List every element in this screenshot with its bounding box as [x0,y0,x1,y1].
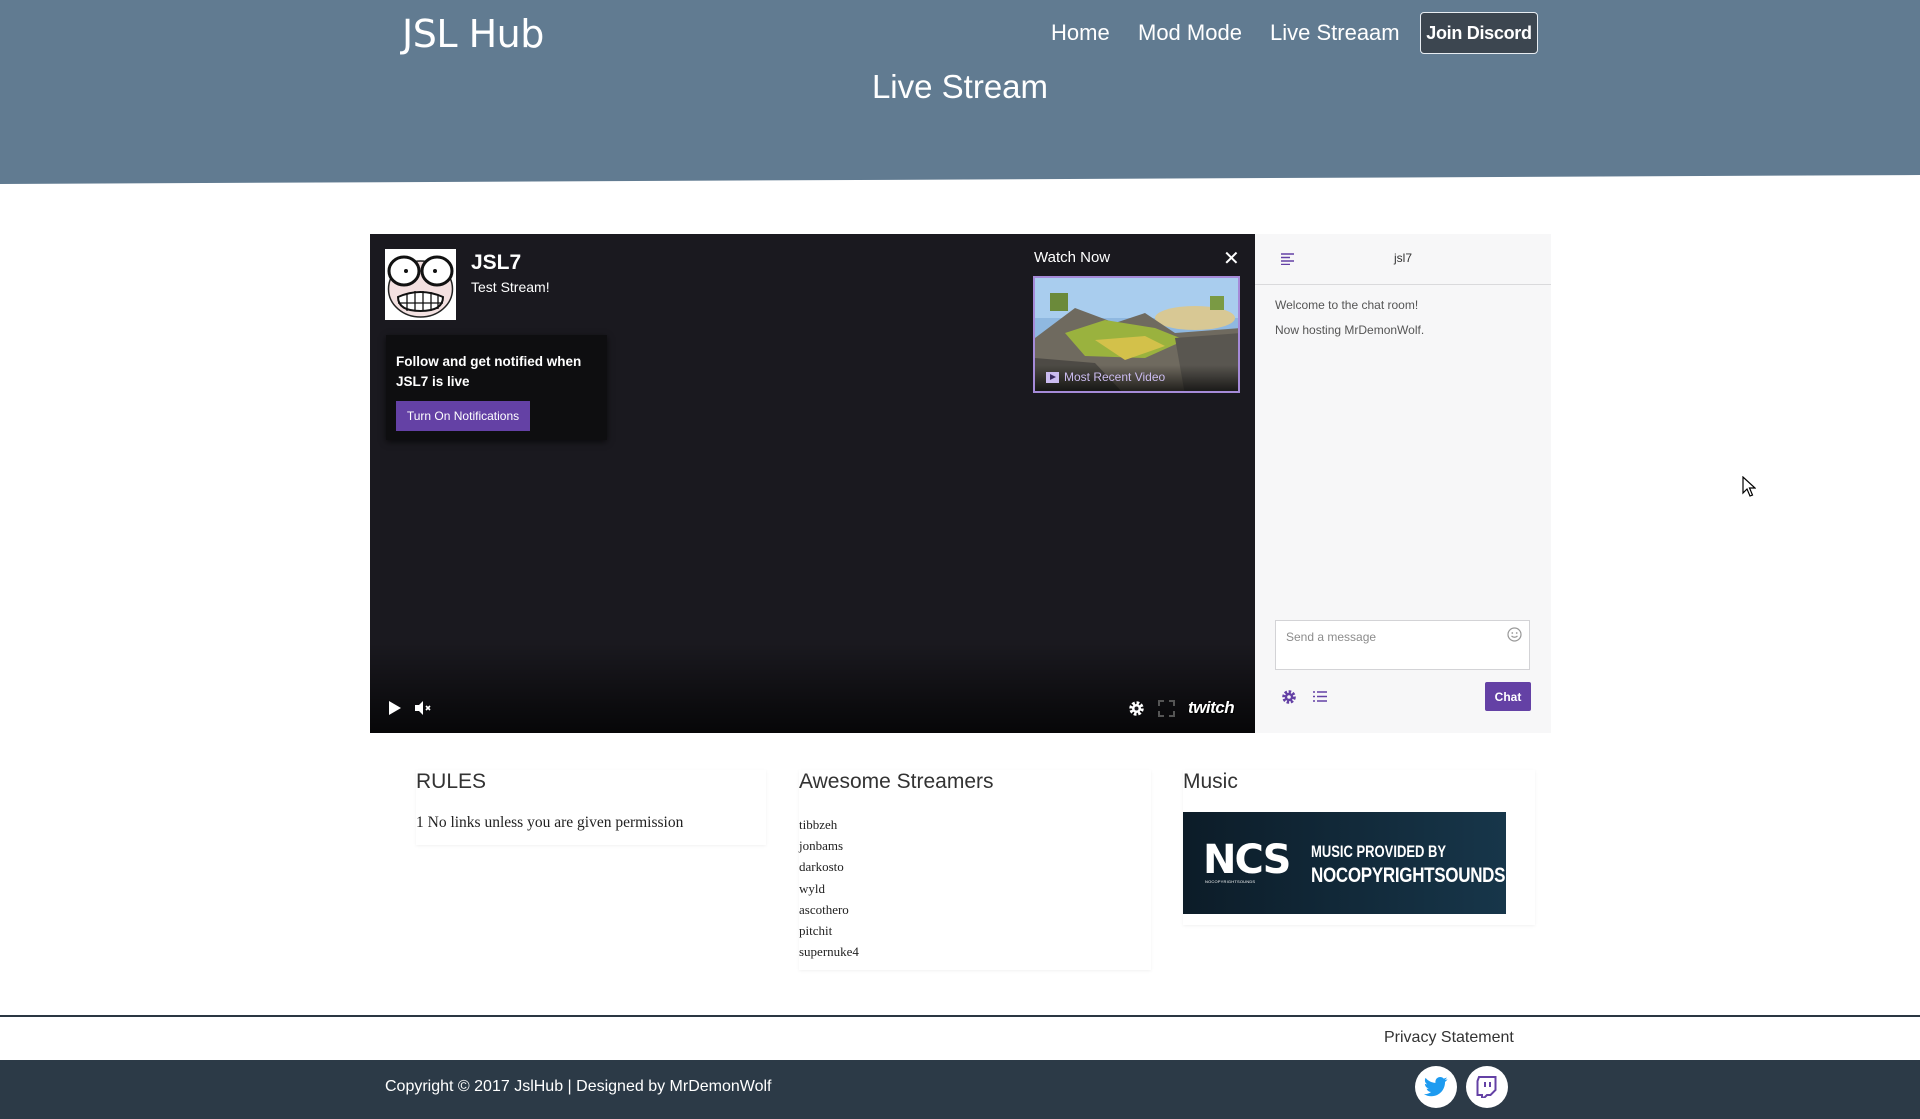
rules-title: RULES [416,770,487,793]
streamer-link[interactable]: darkosto [799,856,859,877]
follow-prompt: Follow and get notified when JSL7 is liv… [386,335,607,440]
site-footer: Copyright © 2017 JslHub | Designed by Mr… [0,1060,1920,1119]
ncs-banner-line1: MUSIC PROVIDED BY [1311,842,1447,861]
streamer-link[interactable]: tibbzeh [799,814,859,835]
twitch-icon[interactable] [1466,1066,1508,1108]
mute-icon[interactable] [415,701,433,720]
nav-mod-mode[interactable]: Mod Mode [1138,20,1242,46]
chat-panel: jsl7 Welcome to the chat room! Now hosti… [1255,234,1551,733]
chat-message: Welcome to the chat room! [1275,298,1419,312]
close-icon[interactable]: ✕ [1223,246,1240,271]
site-brand[interactable]: JSL Hub [402,12,544,56]
streamer-link[interactable]: supernuke4 [799,941,859,962]
streamers-card: Awesome Streamers tibbzeh jonbams darkos… [799,770,1151,970]
turn-on-notifications-button[interactable]: Turn On Notifications [396,401,530,431]
controls-gradient [370,643,1255,733]
nav-live-stream[interactable]: Live Streaam [1270,20,1400,46]
page-title: Live Stream [871,68,1049,105]
streamer-link[interactable]: ascothero [799,899,859,920]
emoji-icon[interactable] [1507,627,1522,647]
streamer-link[interactable]: pitchit [799,920,859,941]
privacy-statement-link[interactable]: Privacy Statement [1384,1029,1514,1047]
streamers-list: tibbzeh jonbams darkosto wyld ascothero … [799,814,859,962]
most-recent-video-label: Most Recent Video [1064,370,1166,384]
recent-video-thumbnail[interactable]: Most Recent Video [1033,276,1240,393]
chat-message: Now hosting MrDemonWolf. [1275,323,1425,337]
twitter-icon[interactable] [1415,1066,1457,1108]
chat-header: jsl7 [1255,234,1551,285]
copyright-text: Copyright © 2017 JslHub | Designed by Mr… [385,1078,772,1095]
list-icon[interactable] [1313,690,1327,708]
chat-settings-icon[interactable] [1281,689,1297,710]
follow-text: Follow and get notified when JSL7 is liv… [396,354,582,389]
chat-send-button[interactable]: Chat [1485,682,1531,711]
ncs-banner[interactable]: NCS NOCOPYRIGHTSOUNDS MUSIC PROVIDED BY … [1183,812,1506,914]
ncs-banner-line2: NOCOPYRIGHTSOUNDS [1311,863,1506,887]
music-card: Music NCS NOCOPYRIGHTSOUNDS MUSIC PROVID… [1183,770,1535,925]
chat-input-placeholder: Send a message [1286,630,1377,644]
chat-channel-name: jsl7 [1393,251,1412,265]
rules-item: 1 No links unless you are given permissi… [416,814,684,831]
play-icon[interactable] [388,700,402,721]
ncs-logo-subtext: NOCOPYRIGHTSOUNDS [1205,879,1256,884]
channel-avatar[interactable] [385,249,456,320]
twitch-logo[interactable]: twitch [1188,698,1235,718]
watch-now-label: Watch Now [1034,249,1111,266]
rules-card: RULES 1 No links unless you are given pe… [416,770,766,845]
fullscreen-icon[interactable] [1158,700,1175,722]
most-recent-video-link[interactable]: Most Recent Video [1046,370,1165,384]
video-icon [1046,371,1059,383]
ncs-logo: NCS [1203,837,1291,883]
settings-icon[interactable] [1128,700,1145,722]
streamers-title: Awesome Streamers [799,770,994,793]
streamer-link[interactable]: jonbams [799,835,859,856]
footer-divider [0,1015,1920,1017]
join-discord-button[interactable]: Join Discord [1420,12,1538,54]
stream-title: Test Stream! [471,279,550,295]
channel-name[interactable]: JSL7 [471,251,521,275]
twitch-player[interactable]: JSL7 Test Stream! Follow and get notifie… [370,234,1255,733]
nav-home[interactable]: Home [1051,20,1110,46]
mouse-cursor-icon [1742,475,1757,502]
streamer-link[interactable]: wyld [799,878,859,899]
music-title: Music [1183,770,1238,793]
chat-message-input[interactable]: Send a message [1275,620,1530,670]
